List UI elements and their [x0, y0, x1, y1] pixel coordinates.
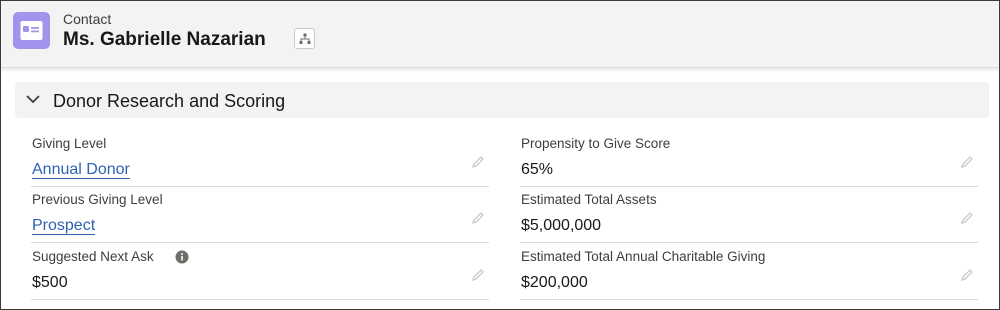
pencil-edit-icon[interactable] — [471, 211, 485, 225]
record-page: Contact Ms. Gabrielle Nazarian Donor Res… — [0, 0, 1000, 310]
hierarchy-icon — [299, 33, 311, 44]
pencil-edit-icon[interactable] — [960, 268, 974, 282]
chevron-down-icon — [26, 95, 40, 104]
record-header: Contact Ms. Gabrielle Nazarian — [1, 1, 999, 68]
field-suggested-next-ask: Suggested Next Ask $500 — [31, 244, 489, 300]
field-label: Propensity to Give Score — [521, 136, 671, 151]
field-estimated-total-assets: Estimated Total Assets $5,000,000 — [520, 187, 978, 243]
field-label: Suggested Next Ask — [32, 249, 154, 264]
field-label: Estimated Total Assets — [521, 192, 657, 207]
field-giving-level: Giving Level Annual Donor — [31, 131, 489, 187]
pencil-edit-icon[interactable] — [960, 211, 974, 225]
field-estimated-annual-giving: Estimated Total Annual Charitable Giving… — [520, 244, 978, 300]
info-icon[interactable] — [175, 250, 189, 264]
hierarchy-button[interactable] — [294, 28, 315, 49]
field-value: $500 — [32, 274, 68, 291]
giving-level-link[interactable]: Annual Donor — [32, 161, 130, 179]
previous-giving-level-link[interactable]: Prospect — [32, 217, 96, 235]
pencil-edit-icon[interactable] — [960, 155, 974, 169]
field-value: 65% — [521, 161, 554, 178]
field-label: Giving Level — [32, 136, 107, 151]
field-previous-giving-level: Previous Giving Level Prospect — [31, 187, 489, 243]
object-type-label: Contact — [63, 11, 112, 27]
section-header-donor-research[interactable]: Donor Research and Scoring — [15, 82, 989, 118]
contact-card-icon — [13, 12, 50, 49]
field-value: $200,000 — [521, 274, 588, 291]
field-label: Previous Giving Level — [32, 192, 163, 207]
field-label: Estimated Total Annual Charitable Giving — [521, 249, 766, 264]
section-title: Donor Research and Scoring — [53, 91, 286, 111]
record-name: Ms. Gabrielle Nazarian — [63, 29, 266, 50]
field-propensity-score: Propensity to Give Score 65% — [520, 131, 978, 187]
pencil-edit-icon[interactable] — [471, 268, 485, 282]
pencil-edit-icon[interactable] — [471, 155, 485, 169]
field-value: $5,000,000 — [521, 217, 602, 234]
